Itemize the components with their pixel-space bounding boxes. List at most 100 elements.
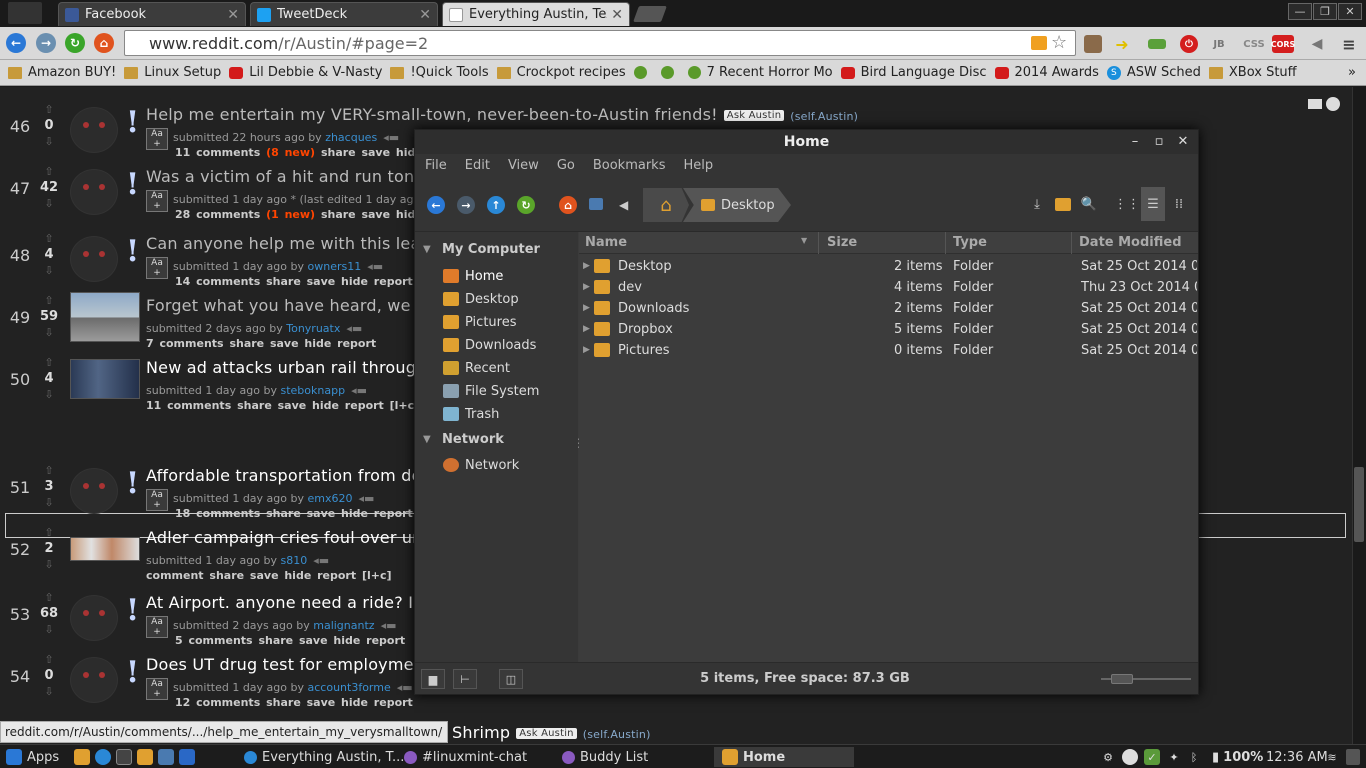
maximize-button[interactable]: ❐: [1313, 3, 1337, 20]
sidebar-item-downloads[interactable]: Downloads: [443, 334, 536, 356]
post-thumbnail[interactable]: [70, 359, 140, 399]
menu-file[interactable]: File: [425, 158, 447, 173]
terminal-launcher-icon[interactable]: [116, 749, 132, 765]
menu-icon[interactable]: ≡: [1340, 35, 1358, 54]
toggle-location-icon[interactable]: ◀: [619, 198, 628, 212]
post-title[interactable]: Affordable transportation from do: [146, 466, 422, 485]
taskbar-window-browser[interactable]: Everything Austin, T...: [244, 747, 404, 767]
file-row[interactable]: ▶ Downloads 2 items Folder Sat 25 Oct 2014 0: [579, 298, 1198, 319]
reload-icon[interactable]: ↻: [65, 33, 85, 53]
minimize-button[interactable]: –: [1127, 134, 1143, 150]
upvote-icon[interactable]: ⇧: [40, 166, 58, 178]
minimize-button[interactable]: —: [1288, 3, 1312, 20]
extension-tv-icon[interactable]: [1084, 35, 1102, 53]
clock[interactable]: 12:36 AM: [1266, 747, 1328, 767]
column-name[interactable]: Name: [585, 235, 627, 250]
file-row[interactable]: ▶ Desktop 2 items Folder Sat 25 Oct 2014 0: [579, 256, 1198, 277]
refresh-icon[interactable]: ↻: [517, 196, 535, 214]
upvote-icon[interactable]: ⇧: [40, 104, 58, 116]
post-action-links[interactable]: share save hide: [321, 208, 423, 221]
bookmark-item[interactable]: Crockpot recipes: [496, 65, 626, 80]
folder-launcher-icon[interactable]: [137, 749, 153, 765]
post-action-links[interactable]: share save hide report: [266, 696, 413, 709]
upvote-icon[interactable]: ⇧: [40, 592, 58, 604]
sidebar-item-trash[interactable]: Trash: [443, 403, 499, 425]
show-tree-button[interactable]: ⊢: [453, 669, 477, 689]
skype-tray-icon[interactable]: [1122, 749, 1138, 765]
sidebar-item-home[interactable]: Home: [443, 265, 503, 287]
post-thumbnail[interactable]: [70, 292, 140, 342]
sidebar-item-pictures[interactable]: Pictures: [443, 311, 516, 333]
page-scrollbar[interactable]: [1352, 87, 1366, 744]
expando-button[interactable]: Aa +: [146, 616, 168, 638]
apps-menu-button[interactable]: Apps: [6, 747, 59, 767]
new-folder-icon[interactable]: [1051, 192, 1075, 216]
extension-adblock-icon[interactable]: ⏻: [1180, 35, 1198, 53]
image-viewer-launcher-icon[interactable]: [158, 749, 174, 765]
extension-arrow-icon[interactable]: ➜: [1113, 35, 1131, 54]
maximize-button[interactable]: ▫: [1151, 134, 1167, 150]
downvote-icon[interactable]: ⇩: [40, 686, 58, 698]
tab-tweetdeck[interactable]: TweetDeck ✕: [250, 2, 438, 26]
menu-edit[interactable]: Edit: [465, 158, 490, 173]
list-view-icon[interactable]: ☰: [1141, 187, 1165, 221]
post-domain[interactable]: (self.Austin): [583, 728, 651, 741]
comments-link[interactable]: 11 comments: [146, 399, 231, 412]
downvote-icon[interactable]: ⇩: [40, 389, 58, 401]
downvote-icon[interactable]: ⇩: [40, 265, 58, 277]
post-title[interactable]: Does UT drug test for employmen: [146, 655, 424, 674]
close-button[interactable]: ✕: [1175, 134, 1191, 150]
post-author-link[interactable]: zhacques: [325, 131, 377, 144]
bookmark-item[interactable]: Linux Setup: [124, 65, 221, 80]
hide-sidebar-button[interactable]: ◫: [499, 669, 523, 689]
battery-indicator[interactable]: ▮ 100%: [1212, 747, 1263, 767]
update-shield-icon[interactable]: ✓: [1144, 749, 1160, 765]
post-title[interactable]: At Airport. anyone need a ride? I': [146, 593, 418, 612]
page-action-icon[interactable]: [1031, 36, 1047, 50]
expando-button[interactable]: Aa +: [146, 257, 168, 279]
wifi-launcher-icon[interactable]: [95, 749, 111, 765]
forward-icon[interactable]: →: [36, 33, 56, 53]
post-title[interactable]: Forget what you have heard, we c: [146, 296, 425, 315]
bookmark-item[interactable]: XBox Stuff: [1208, 65, 1297, 80]
expando-button[interactable]: Aa +: [146, 489, 168, 511]
home-icon[interactable]: ⌂: [559, 196, 577, 214]
post-action-links[interactable]: share save hide report: [266, 507, 413, 520]
bookmark-item[interactable]: 7 Recent Horror Mo: [687, 65, 833, 80]
upvote-icon[interactable]: ⇧: [40, 527, 58, 539]
post-author-link[interactable]: s810: [281, 554, 308, 567]
bookmark-item[interactable]: [633, 66, 653, 79]
comments-link[interactable]: 14 comments: [175, 275, 260, 288]
extension-battery-icon[interactable]: [1148, 39, 1166, 49]
post-title[interactable]: Help me entertain my VERY-small-town, ne…: [146, 105, 858, 124]
expando-button[interactable]: Aa +: [146, 190, 168, 212]
compact-view-icon[interactable]: ⁞⁞: [1167, 192, 1191, 216]
scrollbar-thumb[interactable]: [1354, 467, 1364, 542]
sidebar-item-network[interactable]: Network: [443, 454, 519, 476]
upvote-icon[interactable]: ⇧: [40, 295, 58, 307]
column-type[interactable]: Type: [953, 235, 987, 250]
zoom-slider-handle[interactable]: [1111, 674, 1133, 684]
show-places-button[interactable]: ▆: [421, 669, 445, 689]
post-author-link[interactable]: emx620: [308, 492, 353, 505]
post-action-links[interactable]: share save hide report [l+c: [237, 399, 414, 412]
close-window-button[interactable]: ✕: [1338, 3, 1362, 20]
sidebar-item-desktop[interactable]: Desktop: [443, 288, 519, 310]
close-icon[interactable]: ✕: [227, 7, 239, 23]
comments-link[interactable]: comment: [146, 569, 204, 582]
comments-link[interactable]: 12 comments: [175, 696, 260, 709]
computer-icon[interactable]: [589, 198, 603, 210]
upvote-icon[interactable]: ⇧: [40, 233, 58, 245]
downvote-icon[interactable]: ⇩: [40, 559, 58, 571]
upvote-icon[interactable]: ⇧: [40, 654, 58, 666]
expand-icon[interactable]: ▶: [583, 282, 590, 292]
post-author-link[interactable]: owners11: [308, 260, 362, 273]
file-row[interactable]: ▶ Dropbox 5 items Folder Sat 25 Oct 2014 0: [579, 319, 1198, 340]
post-title[interactable]: New ad attacks urban rail through: [146, 358, 426, 377]
more-bookmarks-button[interactable]: »: [1348, 65, 1356, 80]
sidebar-item-recent[interactable]: Recent: [443, 357, 510, 379]
post-action-links[interactable]: share save hide report: [266, 275, 413, 288]
breadcrumb-desktop[interactable]: Desktop: [683, 188, 791, 222]
forward-icon[interactable]: →: [457, 196, 475, 214]
downvote-icon[interactable]: ⇩: [40, 136, 58, 148]
